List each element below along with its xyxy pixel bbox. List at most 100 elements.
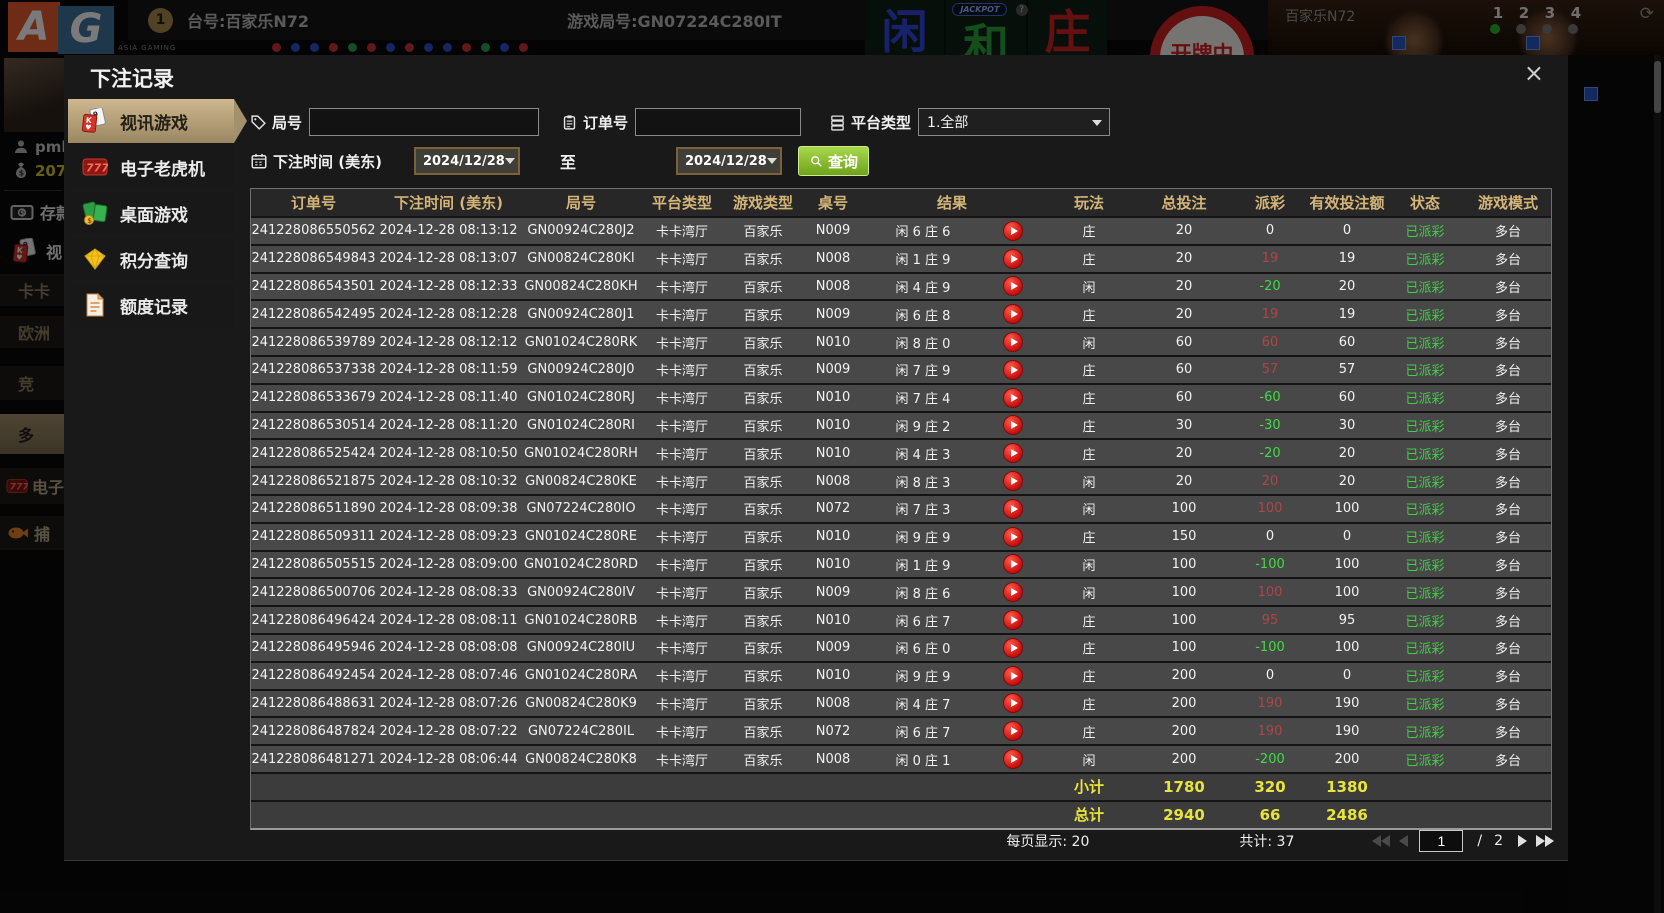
round-id-cell: GN01024C280RA <box>524 668 638 684</box>
table-no-cell: N008 <box>815 278 851 294</box>
bet-time-cell: 2024-12-28 08:09:23 <box>379 529 518 545</box>
replay-button[interactable] <box>1003 471 1023 492</box>
payout-cell: 19 <box>1261 251 1279 267</box>
total-bet-cell: 100 <box>1171 556 1197 572</box>
play-type-cell: 庄 <box>1082 614 1096 630</box>
table-row: 241228086550562 2024-12-28 08:13:12 GN00… <box>251 216 1551 244</box>
replay-button[interactable] <box>1003 248 1023 269</box>
play-icon <box>1010 616 1018 625</box>
table-row: 241228086537338 2024-12-28 08:11:59 GN00… <box>251 354 1551 383</box>
order-id-cell: 241228086542495 <box>251 306 376 322</box>
result-cell: 闲 6 庄 7 <box>863 610 1041 631</box>
total-bet-cell: 20 <box>1175 445 1193 461</box>
replay-button[interactable] <box>1003 220 1023 241</box>
platform-type-select[interactable]: 1.全部 <box>918 108 1111 136</box>
play-icon <box>1010 727 1018 736</box>
diamond-icon <box>80 245 110 273</box>
result-cell: 闲 1 庄 9 <box>863 554 1041 575</box>
column-header: 总投注 <box>1161 194 1207 212</box>
replay-button[interactable] <box>1003 498 1023 519</box>
result-text: 闲 4 庄 9 <box>895 280 951 296</box>
bet-records-table: 订单号 下注时间 (美东) 局号 平台类型 游戏类型 桌号 结果 玩法 总投注 派彩 有效投注额 状态… <box>250 188 1552 830</box>
first-page-button[interactable] <box>1372 835 1391 847</box>
valid-bet-cell: 19 <box>1338 251 1356 267</box>
play-type-cell: 庄 <box>1082 419 1096 435</box>
result-text: 闲 7 庄 3 <box>895 503 951 519</box>
payout-cell: 100 <box>1257 501 1283 517</box>
replay-button[interactable] <box>1003 415 1023 436</box>
round-number-input[interactable] <box>309 108 540 136</box>
replay-button[interactable] <box>1003 304 1023 325</box>
game-type-cell: 百家乐 <box>743 308 783 324</box>
menu-item-slots[interactable]: 777 电子老虎机 <box>68 145 234 189</box>
bet-time-cell: 2024-12-28 08:13:12 <box>379 223 518 239</box>
replay-button[interactable] <box>1003 526 1023 547</box>
slot-777-icon: 777 <box>80 153 110 181</box>
replay-button[interactable] <box>1003 665 1023 686</box>
replay-button[interactable] <box>1003 332 1023 353</box>
valid-bet-cell: 200 <box>1334 751 1360 767</box>
replay-button[interactable] <box>1003 276 1023 297</box>
menu-item-points-query[interactable]: 积分查询 <box>68 237 234 281</box>
column-header: 平台类型 <box>651 194 712 212</box>
last-page-button[interactable] <box>1536 835 1554 847</box>
total-bet-cell: 30 <box>1175 417 1193 433</box>
platform-list-icon <box>831 114 844 131</box>
prev-page-button[interactable] <box>1399 835 1409 847</box>
replay-button[interactable] <box>1003 554 1023 575</box>
bet-time-filter-label: 下注时间 (美东) <box>250 151 382 172</box>
order-number-input[interactable] <box>635 108 802 136</box>
game-mode-cell: 多台 <box>1494 586 1521 602</box>
game-mode-cell: 多台 <box>1494 475 1521 491</box>
game-mode-cell: 多台 <box>1494 280 1521 296</box>
payout-cell: 0 <box>1265 529 1275 545</box>
play-icon <box>1010 532 1018 541</box>
search-button[interactable]: 查询 <box>797 146 869 176</box>
table-no-cell: N010 <box>815 445 851 461</box>
round-id-cell: GN00924C280J0 <box>527 362 635 378</box>
table-no-cell: N009 <box>815 362 851 378</box>
pagination-controls: / 2 <box>1372 830 1554 852</box>
order-id-cell: 241228086537338 <box>251 362 376 378</box>
chevron-down-icon <box>1092 120 1103 126</box>
platform-cell: 卡卡湾厅 <box>655 475 708 491</box>
result-cell: 闲 4 庄 7 <box>863 693 1041 714</box>
platform-cell: 卡卡湾厅 <box>655 225 708 241</box>
platform-cell: 卡卡湾厅 <box>655 753 708 769</box>
date-to-select[interactable]: 2024/12/28 <box>675 147 782 175</box>
column-header: 下注时间 (美东) <box>394 194 503 212</box>
date-from-select[interactable]: 2024/12/28 <box>413 147 520 175</box>
play-type-cell: 闲 <box>1082 280 1096 296</box>
game-type-cell: 百家乐 <box>743 586 783 602</box>
payout-cell: 190 <box>1257 695 1283 711</box>
menu-item-credit-record[interactable]: 额度记录 <box>68 283 234 327</box>
menu-item-table-games[interactable]: $ 桌面游戏 <box>68 191 234 235</box>
round-id-cell: GN00924C280J2 <box>527 223 635 239</box>
replay-button[interactable] <box>1003 359 1023 380</box>
close-icon[interactable]: × <box>1524 61 1544 85</box>
table-row: 241228086481271 2024-12-28 08:06:44 GN00… <box>251 744 1551 772</box>
game-mode-cell: 多台 <box>1494 336 1521 352</box>
result-text: 闲 6 庄 7 <box>895 725 951 741</box>
next-page-button[interactable] <box>1518 835 1527 847</box>
replay-button[interactable] <box>1003 637 1023 658</box>
replay-button[interactable] <box>1003 443 1023 464</box>
replay-button[interactable] <box>1003 749 1023 770</box>
page-number-input[interactable] <box>1419 830 1464 852</box>
date-from-value: 2024/12/28 <box>422 153 505 169</box>
menu-item-video-games[interactable]: 9 K ♥ 视讯游戏 <box>68 99 247 143</box>
game-type-cell: 百家乐 <box>743 225 783 241</box>
payout-cell: -30 <box>1259 417 1281 433</box>
replay-button[interactable] <box>1003 721 1023 742</box>
replay-button[interactable] <box>1003 693 1023 714</box>
modal-side-menu: 9 K ♥ 视讯游戏 777 电子老虎机 $ 桌面游戏 积分查询 额度记录 <box>68 99 247 329</box>
order-id-cell: 241228086521875 <box>251 473 376 489</box>
replay-button[interactable] <box>1003 582 1023 603</box>
payout-cell: 19 <box>1261 306 1279 322</box>
platform-cell: 卡卡湾厅 <box>655 642 708 658</box>
platform-selected-value: 1.全部 <box>927 115 969 131</box>
replay-button[interactable] <box>1003 610 1023 631</box>
play-type-cell: 庄 <box>1082 225 1096 241</box>
replay-button[interactable] <box>1003 387 1023 408</box>
table-no-cell: N072 <box>815 501 851 517</box>
